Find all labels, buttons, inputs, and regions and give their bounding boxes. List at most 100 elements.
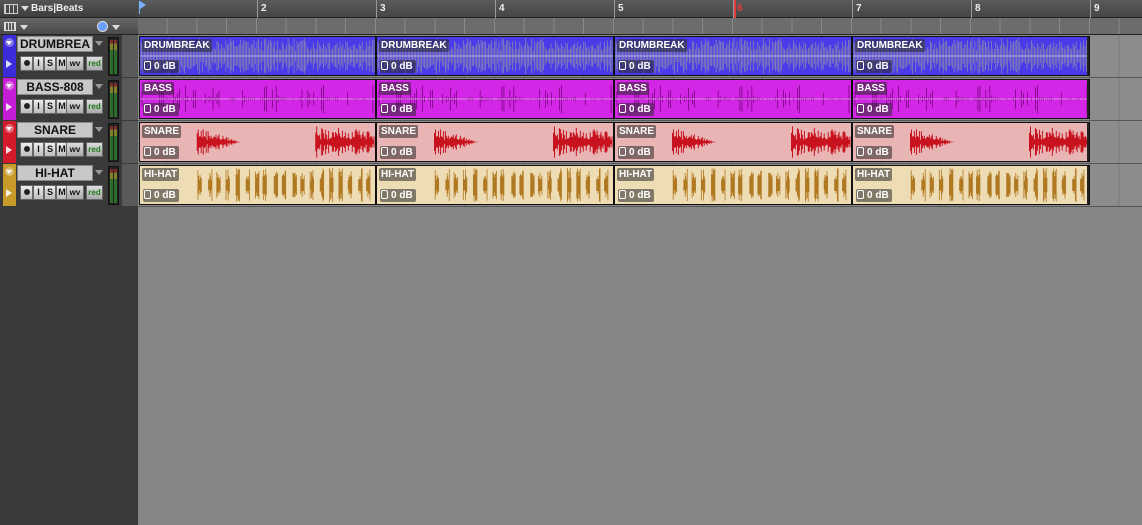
record-enable-button[interactable]	[20, 142, 33, 157]
clip-gain[interactable]: 0 dB	[380, 189, 416, 202]
record-enable-button[interactable]	[20, 185, 33, 200]
track-options-play-icon[interactable]	[6, 60, 12, 68]
audio-clip[interactable]: HI-HAT 0 dB	[139, 165, 376, 205]
solo-button[interactable]: S	[44, 56, 56, 71]
timebase-selector[interactable]: red	[86, 99, 103, 114]
audio-clip[interactable]: BASS 0 dB	[376, 79, 614, 119]
track-options-play-icon[interactable]	[6, 103, 12, 111]
timebase-selector[interactable]: red	[86, 142, 103, 157]
track-lane[interactable]: HI-HAT 0 dB HI-HAT 0 dB HI-HAT 0 dB HI-HAT 0 dB	[138, 164, 1142, 207]
track-header: DRUMBREA I S Mwv red	[0, 35, 138, 78]
edit-window[interactable]: DRUMBREAK 0 dB DRUMBREAK 0 dB DRUMBREAK 0 dB D…	[138, 35, 1142, 525]
track-view-chevron-down-icon[interactable]	[20, 25, 28, 30]
track-lane[interactable]: BASS 0 dB BASS 0 dB BASS 0 dB BASS 0 dB	[138, 78, 1142, 121]
clip-gain[interactable]: 0 dB	[143, 60, 179, 73]
clip-gain-icon	[381, 190, 388, 199]
audio-clip[interactable]: BASS 0 dB	[139, 79, 376, 119]
audio-clip[interactable]: DRUMBREAK 0 dB	[852, 36, 1090, 76]
clip-gain[interactable]: 0 dB	[143, 146, 179, 159]
track-name[interactable]: HI-HAT	[17, 165, 93, 181]
clip-gain[interactable]: 0 dB	[856, 189, 892, 202]
track-name-chevron-down-icon[interactable]	[94, 36, 104, 52]
audio-clip[interactable]: SNARE 0 dB	[852, 122, 1090, 162]
clip-gain[interactable]: 0 dB	[380, 146, 416, 159]
track-view-selector[interactable]: wv	[66, 142, 84, 157]
timebase-selector[interactable]: red	[86, 56, 103, 71]
track-lane[interactable]: DRUMBREAK 0 dB DRUMBREAK 0 dB DRUMBREAK 0 dB D…	[138, 35, 1142, 78]
track-color-strip	[3, 164, 16, 206]
tempo-ruler[interactable]	[138, 18, 1142, 35]
clip-end-boundary	[1087, 123, 1089, 161]
input-monitor-button[interactable]: I	[33, 56, 44, 71]
ruler-view-icon[interactable]	[4, 4, 18, 14]
expand-chevron-down-icon[interactable]	[5, 81, 14, 90]
audio-clip[interactable]: HI-HAT 0 dB	[376, 165, 614, 205]
audio-clip[interactable]: SNARE 0 dB	[614, 122, 852, 162]
track-name-chevron-down-icon[interactable]	[94, 79, 104, 95]
bar-tick	[376, 0, 377, 18]
audio-clip[interactable]: DRUMBREAK 0 dB	[139, 36, 376, 76]
track-list-subheader	[0, 18, 138, 35]
audio-clip[interactable]: BASS 0 dB	[852, 79, 1090, 119]
clip-gain-value: 0 dB	[629, 61, 651, 72]
audio-clip[interactable]: DRUMBREAK 0 dB	[376, 36, 614, 76]
audio-clip[interactable]: BASS 0 dB	[614, 79, 852, 119]
clip-end-boundary	[1087, 37, 1089, 75]
track-options-play-icon[interactable]	[6, 189, 12, 197]
clip-gain-value: 0 dB	[391, 61, 413, 72]
clip-gain-icon	[857, 147, 864, 156]
input-monitor-button[interactable]: I	[33, 185, 44, 200]
track-name-chevron-down-icon[interactable]	[94, 165, 104, 181]
clip-gain[interactable]: 0 dB	[143, 103, 179, 116]
expand-chevron-down-icon[interactable]	[5, 38, 14, 47]
clip-gain[interactable]: 0 dB	[380, 103, 416, 116]
track-view-icon[interactable]	[4, 22, 16, 31]
solo-button[interactable]: S	[44, 142, 56, 157]
timebase-chevron-down-icon[interactable]	[112, 25, 120, 30]
bar-number: 6	[737, 3, 743, 14]
input-monitor-button[interactable]: I	[33, 142, 44, 157]
clip-name: BASS	[855, 82, 887, 95]
audio-clip[interactable]: DRUMBREAK 0 dB	[614, 36, 852, 76]
audio-clip[interactable]: SNARE 0 dB	[376, 122, 614, 162]
track-lane[interactable]: SNARE 0 dB SNARE 0 dB SNARE 0 dB SNARE 0 dB	[138, 121, 1142, 164]
timeline-ruler[interactable]: 2 3 4 5 6 7 8 9	[138, 0, 1142, 18]
audio-clip[interactable]: SNARE 0 dB	[139, 122, 376, 162]
timebase-selector[interactable]: red	[86, 185, 103, 200]
bar-tick	[971, 0, 972, 18]
track-view-selector[interactable]: wv	[66, 185, 84, 200]
playhead-marker-icon[interactable]	[138, 0, 146, 14]
track-view-selector[interactable]: wv	[66, 99, 84, 114]
clip-gain[interactable]: 0 dB	[380, 60, 416, 73]
clip-gain[interactable]: 0 dB	[143, 189, 179, 202]
clip-gain[interactable]: 0 dB	[856, 103, 892, 116]
record-enable-button[interactable]	[20, 56, 33, 71]
track-name[interactable]: BASS-808	[17, 79, 93, 95]
clip-gain[interactable]: 0 dB	[618, 103, 654, 116]
solo-button[interactable]: S	[44, 99, 56, 114]
clip-gain[interactable]: 0 dB	[618, 189, 654, 202]
track-name[interactable]: SNARE	[17, 122, 93, 138]
track-name-chevron-down-icon[interactable]	[94, 122, 104, 138]
level-meter	[108, 123, 119, 162]
audio-clip[interactable]: HI-HAT 0 dB	[852, 165, 1090, 205]
clip-gain[interactable]: 0 dB	[618, 146, 654, 159]
clip-gain[interactable]: 0 dB	[856, 146, 892, 159]
input-monitor-button[interactable]: I	[33, 99, 44, 114]
clip-gain[interactable]: 0 dB	[856, 60, 892, 73]
track-color-strip	[3, 35, 16, 77]
expand-chevron-down-icon[interactable]	[5, 167, 14, 176]
track-header: SNARE I S Mwv red	[0, 121, 138, 164]
clock-icon[interactable]	[97, 21, 108, 32]
solo-button[interactable]: S	[44, 185, 56, 200]
bar-tick	[257, 0, 258, 18]
expand-chevron-down-icon[interactable]	[5, 124, 14, 133]
track-options-play-icon[interactable]	[6, 146, 12, 154]
bar-number: 8	[975, 3, 981, 14]
record-enable-button[interactable]	[20, 99, 33, 114]
track-view-selector[interactable]: wv	[66, 56, 84, 71]
ruler-menu-chevron-down-icon[interactable]	[21, 6, 29, 11]
clip-gain[interactable]: 0 dB	[618, 60, 654, 73]
audio-clip[interactable]: HI-HAT 0 dB	[614, 165, 852, 205]
track-name[interactable]: DRUMBREA	[17, 36, 93, 52]
